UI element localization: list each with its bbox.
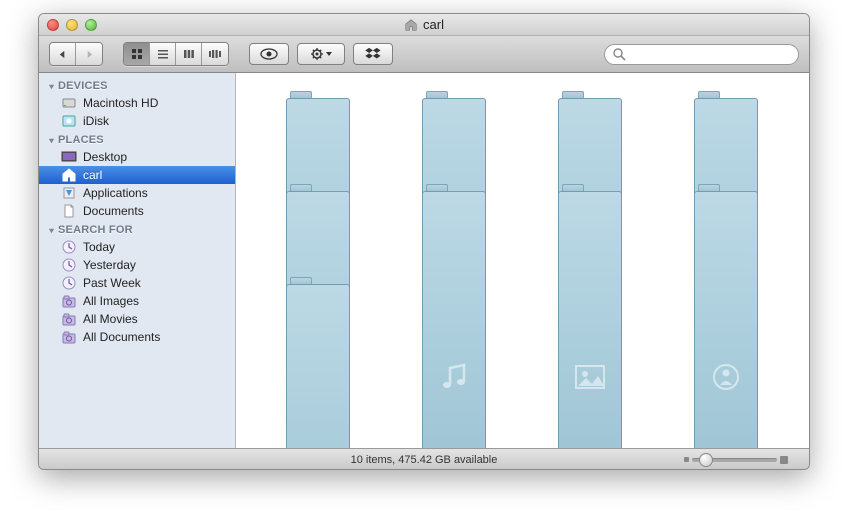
hd-icon <box>61 95 77 111</box>
smart-icon <box>61 329 77 345</box>
folder-icon <box>694 91 758 143</box>
sidebar-item-label: Desktop <box>83 150 127 164</box>
disclosure-triangle-icon <box>47 136 56 145</box>
search-input[interactable] <box>630 48 790 60</box>
folder-icon <box>558 91 622 143</box>
sidebar-item-label: All Movies <box>83 312 138 326</box>
coverflow-view-button[interactable] <box>202 43 228 65</box>
sidebar-item-label: Macintosh HD <box>83 96 158 110</box>
folder-icon <box>286 184 350 236</box>
folder-icon <box>422 184 486 236</box>
list-view-button[interactable] <box>150 43 176 65</box>
window-body: DEVICES Macintosh HD iDisk PLACES Desktop car… <box>39 73 809 448</box>
sidebar-item-label: Applications <box>83 186 148 200</box>
sidebar-item-idisk[interactable]: iDisk <box>39 112 235 130</box>
toolbar <box>39 36 809 73</box>
folder-icon <box>286 277 350 329</box>
sidebar-item-label: iDisk <box>83 114 109 128</box>
disclosure-triangle-icon <box>47 226 56 235</box>
sidebar-item-all-documents[interactable]: All Documents <box>39 328 235 346</box>
sidebar-item-all-images[interactable]: All Images <box>39 292 235 310</box>
sidebar-item-documents[interactable]: Documents <box>39 202 235 220</box>
sidebar-item-yesterday[interactable]: Yesterday <box>39 256 235 274</box>
folder-music[interactable]: Music <box>386 184 522 255</box>
sidebar-item-label: Today <box>83 240 115 254</box>
folder-library[interactable]: Library <box>658 91 794 162</box>
sidebar-item-today[interactable]: Today <box>39 238 235 256</box>
folder-icon <box>694 184 758 236</box>
app-icon <box>61 185 77 201</box>
sidebar-header[interactable]: DEVICES <box>39 76 235 94</box>
smart-icon <box>61 293 77 309</box>
folder-public[interactable]: Public <box>658 184 794 255</box>
home-icon <box>61 167 77 183</box>
sidebar-item-label: Past Week <box>83 276 141 290</box>
sidebar-item-label: Yesterday <box>83 258 136 272</box>
sidebar-item-all-movies[interactable]: All Movies <box>39 310 235 328</box>
back-button[interactable] <box>50 43 76 65</box>
slider-min-icon <box>684 457 689 462</box>
folder-movies[interactable]: Movies <box>250 184 386 255</box>
search-icon <box>613 48 626 61</box>
sidebar: DEVICES Macintosh HD iDisk PLACES Desktop car… <box>39 73 236 448</box>
icon-size-slider[interactable] <box>681 453 791 467</box>
content-area[interactable]: DesktopDocumentsDownloadsLibrary MoviesMu… <box>236 73 809 448</box>
status-bar: 10 items, 475.42 GB available <box>39 448 809 470</box>
nav-back-forward <box>49 42 103 66</box>
column-view-button[interactable] <box>176 43 202 65</box>
disclosure-triangle-icon <box>47 82 56 91</box>
search-field[interactable] <box>604 44 799 65</box>
sidebar-item-applications[interactable]: Applications <box>39 184 235 202</box>
traffic-lights <box>39 19 97 31</box>
home-icon <box>404 18 418 32</box>
sidebar-header[interactable]: SEARCH FOR <box>39 220 235 238</box>
view-mode-switcher <box>123 42 229 66</box>
folder-desktop[interactable]: Desktop <box>250 91 386 162</box>
folder-pictures[interactable]: Pictures <box>522 184 658 255</box>
folder-documents[interactable]: Documents <box>386 91 522 162</box>
forward-button[interactable] <box>76 43 102 65</box>
sidebar-item-desktop[interactable]: Desktop <box>39 148 235 166</box>
slider-knob[interactable] <box>699 453 713 467</box>
action-menu-button[interactable] <box>297 43 345 65</box>
sidebar-item-label: All Images <box>83 294 139 308</box>
folder-icon <box>558 184 622 236</box>
doc-icon <box>61 203 77 219</box>
status-text: 10 items, 475.42 GB available <box>351 454 498 466</box>
folder-icon <box>286 91 350 143</box>
window-title: carl <box>39 17 809 32</box>
sidebar-item-label: carl <box>83 168 102 182</box>
clock-icon <box>61 275 77 291</box>
sidebar-item-past-week[interactable]: Past Week <box>39 274 235 292</box>
titlebar: carl <box>39 14 809 36</box>
minimize-button[interactable] <box>66 19 78 31</box>
window-title-text: carl <box>423 17 444 32</box>
icon-grid: DesktopDocumentsDownloadsLibrary MoviesMu… <box>236 73 809 366</box>
zoom-button[interactable] <box>85 19 97 31</box>
finder-window: carl DEVICESMacintosh HDiDiskPLAC <box>38 13 810 470</box>
idisk-icon <box>61 113 77 129</box>
sidebar-header[interactable]: PLACES <box>39 130 235 148</box>
folder-downloads[interactable]: Downloads <box>522 91 658 162</box>
folder-sites[interactable]: Sites <box>250 277 386 348</box>
clock-icon <box>61 257 77 273</box>
slider-max-icon <box>780 456 788 464</box>
sidebar-item-carl[interactable]: carl <box>39 166 235 184</box>
dropbox-button[interactable] <box>353 43 393 65</box>
desktop-icon <box>61 149 77 165</box>
folder-icon <box>422 91 486 143</box>
quicklook-button[interactable] <box>249 43 289 65</box>
sidebar-item-label: Documents <box>83 204 144 218</box>
clock-icon <box>61 239 77 255</box>
icon-view-button[interactable] <box>124 43 150 65</box>
close-button[interactable] <box>47 19 59 31</box>
smart-icon <box>61 311 77 327</box>
sidebar-item-label: All Documents <box>83 330 160 344</box>
sidebar-item-macintosh-hd[interactable]: Macintosh HD <box>39 94 235 112</box>
search-wrap <box>604 44 799 65</box>
